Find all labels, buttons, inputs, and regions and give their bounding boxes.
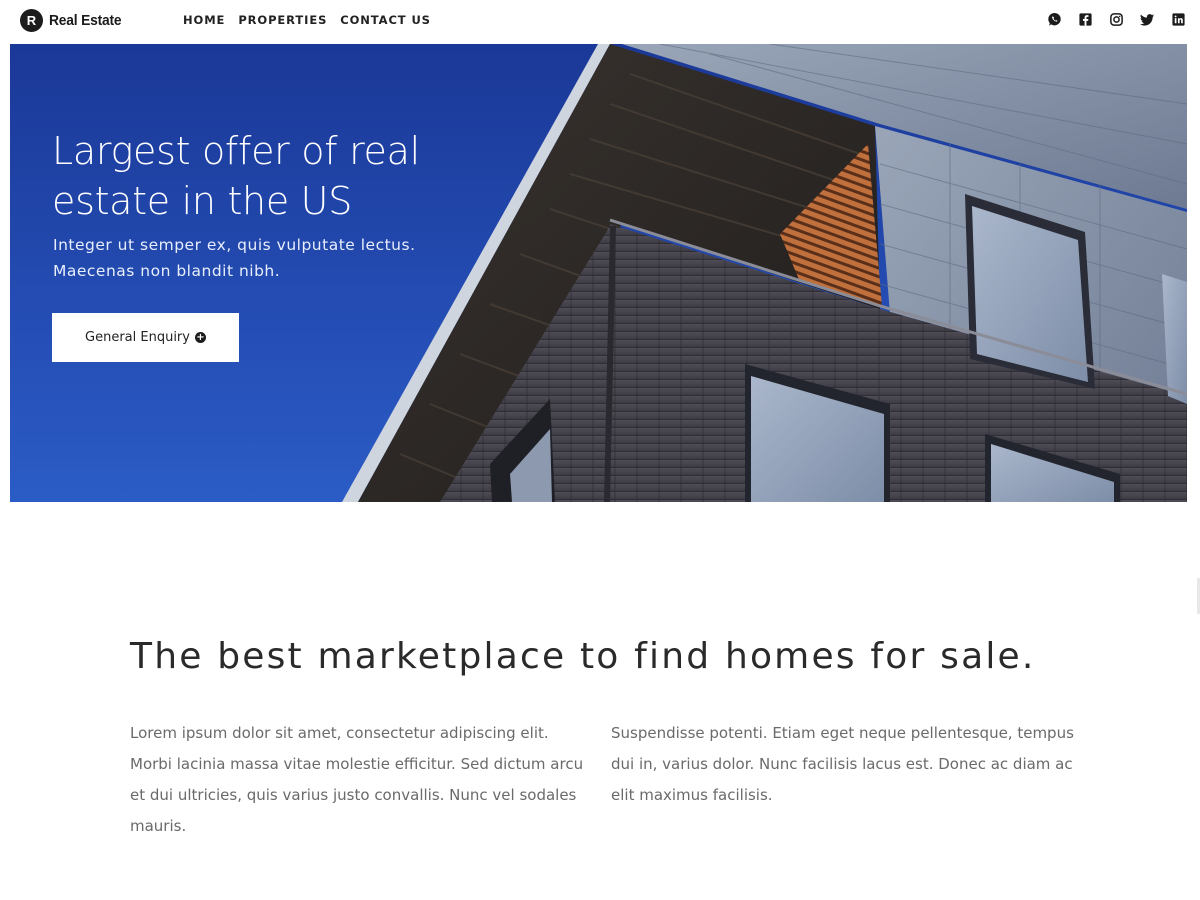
plus-circle-icon: + bbox=[194, 332, 206, 343]
twitter-icon[interactable] bbox=[1139, 11, 1155, 27]
hero-subtitle-line-1: Integer ut semper ex, quis vulputate lec… bbox=[53, 236, 416, 254]
brand-logo-link[interactable]: R Real Estate bbox=[20, 8, 128, 33]
brand-name: Real Estate bbox=[49, 12, 122, 29]
facebook-icon[interactable] bbox=[1077, 11, 1093, 27]
linkedin-icon[interactable] bbox=[1170, 11, 1186, 27]
whatsapp-icon[interactable] bbox=[1046, 11, 1062, 27]
main-nav: HOME PROPERTIES CONTACT US bbox=[183, 13, 444, 27]
navbar: R Real Estate HOME PROPERTIES CONTACT US bbox=[0, 0, 1200, 44]
hero-title: Largest offer of real estate in the US bbox=[52, 129, 420, 223]
social-links bbox=[1031, 11, 1186, 27]
nav-properties-link[interactable]: PROPERTIES bbox=[238, 13, 327, 27]
general-enquiry-button[interactable]: General Enquiry + bbox=[52, 313, 239, 362]
hero-subtitle-line-2: Maecenas non blandit nibh. bbox=[53, 262, 281, 280]
instagram-icon[interactable] bbox=[1108, 11, 1124, 27]
intro-heading: The best marketplace to find homes for s… bbox=[130, 636, 1036, 677]
hero-subtitle: Integer ut semper ex, quis vulputate lec… bbox=[53, 232, 473, 284]
hero-banner: Largest offer of real estate in the US I… bbox=[10, 44, 1187, 502]
nav-contact-link[interactable]: CONTACT US bbox=[340, 13, 431, 27]
brand-mark-icon: R bbox=[20, 9, 43, 32]
intro-paragraph-left: Lorem ipsum dolor sit amet, consectetur … bbox=[130, 724, 584, 835]
nav-home-link[interactable]: HOME bbox=[183, 13, 225, 27]
general-enquiry-label: General Enquiry bbox=[85, 330, 190, 345]
intro-paragraph-right: Suspendisse potenti. Etiam eget neque pe… bbox=[611, 724, 1074, 804]
